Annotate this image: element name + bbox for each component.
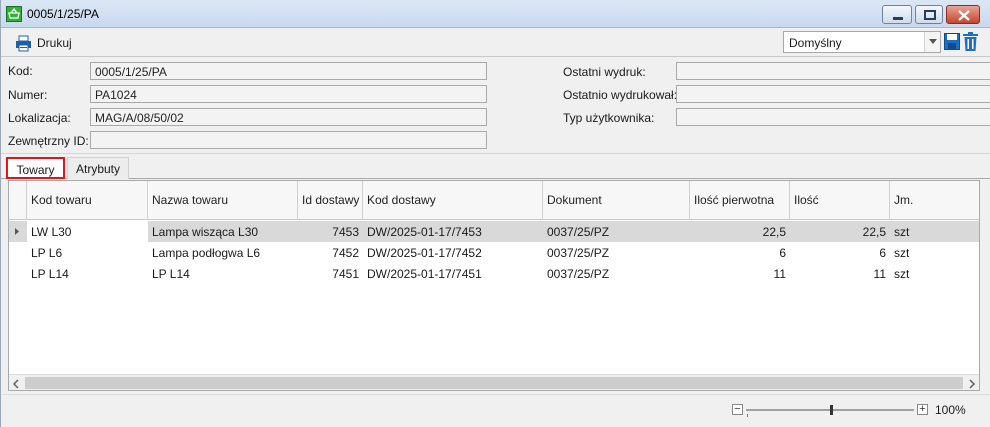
table-row[interactable]: LP L6 Lampa podłogwa L6 7452 DW/2025-01-…	[9, 242, 979, 263]
tab-atrybuty[interactable]: Atrybuty	[67, 157, 129, 179]
chevron-right-icon	[969, 379, 976, 389]
location-label: Lokalizacja:	[8, 111, 71, 125]
column-header-unit[interactable]: Jm.	[890, 181, 979, 220]
code-field[interactable]: 0005/1/25/PA	[90, 62, 487, 80]
cell-item-name[interactable]: Lampa wisząca L30	[148, 221, 298, 242]
toolbar: Drukuj Domyślny	[1, 29, 990, 57]
last-printed-by-label: Ostatnio wydrukował:	[563, 88, 678, 102]
cell-original-quantity[interactable]: 22,5	[690, 221, 790, 242]
chevron-down-icon	[929, 39, 937, 44]
scroll-left-button[interactable]	[12, 378, 20, 390]
cell-quantity[interactable]: 11	[790, 263, 890, 284]
print-button-label: Drukuj	[37, 36, 72, 50]
maximize-button[interactable]	[915, 5, 943, 24]
number-field[interactable]: PA1024	[90, 85, 487, 103]
minimize-icon	[893, 17, 903, 20]
user-type-field[interactable]	[676, 108, 990, 126]
delete-profile-button[interactable]	[963, 32, 978, 54]
column-header-item-code[interactable]: Kod towaru	[27, 181, 148, 220]
basket-app-icon	[6, 6, 22, 22]
column-header-quantity[interactable]: Ilość	[790, 181, 890, 220]
close-button[interactable]	[946, 5, 980, 24]
maximize-icon	[924, 10, 936, 20]
printer-icon	[16, 35, 31, 51]
trash-icon	[963, 32, 978, 51]
user-type-label: Typ użytkownika:	[563, 111, 655, 125]
cell-document[interactable]: 0037/25/PZ	[543, 263, 690, 284]
zoom-level-label: 100%	[935, 403, 966, 417]
zoom-out-button[interactable]: −	[732, 404, 743, 415]
cell-delivery-code[interactable]: DW/2025-01-17/7451	[363, 263, 543, 284]
print-profile-select[interactable]: Domyślny	[783, 31, 941, 53]
current-row-indicator	[9, 221, 27, 242]
column-header-original-quantity[interactable]: Ilość pierwotna	[690, 181, 790, 220]
cell-document[interactable]: 0037/25/PZ	[543, 242, 690, 263]
row-indicator-header	[9, 181, 27, 220]
column-header-item-name[interactable]: Nazwa towaru	[148, 181, 298, 220]
last-printed-by-field[interactable]	[676, 85, 990, 103]
chevron-left-icon	[12, 379, 19, 389]
items-grid: Kod towaru Nazwa towaru Id dostawy Kod d…	[8, 180, 980, 391]
last-print-label: Ostatni wydruk:	[563, 65, 646, 79]
status-divider	[1, 394, 990, 395]
scroll-right-button[interactable]	[968, 378, 976, 390]
external-id-label: Zewnętrzny ID:	[8, 134, 89, 148]
window-title: 0005/1/25/PA	[27, 7, 99, 21]
cell-delivery-id[interactable]: 7453	[298, 221, 363, 242]
cell-delivery-id[interactable]: 7452	[298, 242, 363, 263]
grid-header: Kod towaru Nazwa towaru Id dostawy Kod d…	[9, 181, 979, 220]
section-divider	[1, 153, 990, 154]
cell-item-name[interactable]: Lampa podłogwa L6	[148, 242, 298, 263]
print-button[interactable]: Drukuj	[11, 32, 76, 54]
row-pointer-icon	[15, 228, 19, 235]
tab-towary[interactable]: Towary	[6, 157, 65, 179]
dropdown-arrow[interactable]	[924, 32, 940, 52]
location-field[interactable]: MAG/A/08/50/02	[90, 108, 487, 126]
cell-delivery-code[interactable]: DW/2025-01-17/7453	[363, 221, 543, 242]
column-header-delivery-id[interactable]: Id dostawy	[298, 181, 363, 220]
document-window: 0005/1/25/PA Drukuj Domyślny Kod: 0005/1…	[0, 0, 990, 427]
cell-item-code[interactable]: LW L30	[27, 221, 148, 242]
horizontal-scrollbar[interactable]	[9, 374, 979, 390]
cell-original-quantity[interactable]: 11	[690, 263, 790, 284]
save-profile-button[interactable]	[944, 33, 960, 53]
last-print-field[interactable]	[676, 62, 990, 80]
cell-document[interactable]: 0037/25/PZ	[543, 221, 690, 242]
close-icon	[958, 10, 970, 21]
zoom-slider-tick	[747, 414, 748, 417]
cell-quantity[interactable]: 22,5	[790, 221, 890, 242]
external-id-field[interactable]	[90, 131, 487, 149]
code-label: Kod:	[8, 64, 33, 78]
print-profile-value: Domyślny	[789, 36, 842, 50]
title-bar: 0005/1/25/PA	[1, 0, 990, 28]
cell-quantity[interactable]: 6	[790, 242, 890, 263]
cell-item-code[interactable]: LP L6	[27, 242, 148, 263]
tabs-baseline	[1, 178, 990, 179]
zoom-slider-thumb[interactable]	[830, 405, 833, 415]
cell-delivery-id[interactable]: 7451	[298, 263, 363, 284]
cell-unit[interactable]: szt	[890, 221, 979, 242]
table-row[interactable]: LW L30 Lampa wisząca L30 7453 DW/2025-01…	[9, 221, 979, 242]
cell-original-quantity[interactable]: 6	[690, 242, 790, 263]
minimize-button[interactable]	[882, 5, 912, 24]
cell-unit[interactable]: szt	[890, 263, 979, 284]
cell-unit[interactable]: szt	[890, 242, 979, 263]
save-icon	[944, 33, 960, 50]
number-label: Numer:	[8, 88, 48, 102]
zoom-in-button[interactable]: +	[917, 404, 928, 415]
scrollbar-thumb[interactable]	[25, 377, 963, 389]
column-header-delivery-code[interactable]: Kod dostawy	[363, 181, 543, 220]
table-row[interactable]: LP L14 LP L14 7451 DW/2025-01-17/7451 00…	[9, 263, 979, 284]
cell-delivery-code[interactable]: DW/2025-01-17/7452	[363, 242, 543, 263]
cell-item-code[interactable]: LP L14	[27, 263, 148, 284]
column-header-document[interactable]: Dokument	[543, 181, 690, 220]
cell-item-name[interactable]: LP L14	[148, 263, 298, 284]
